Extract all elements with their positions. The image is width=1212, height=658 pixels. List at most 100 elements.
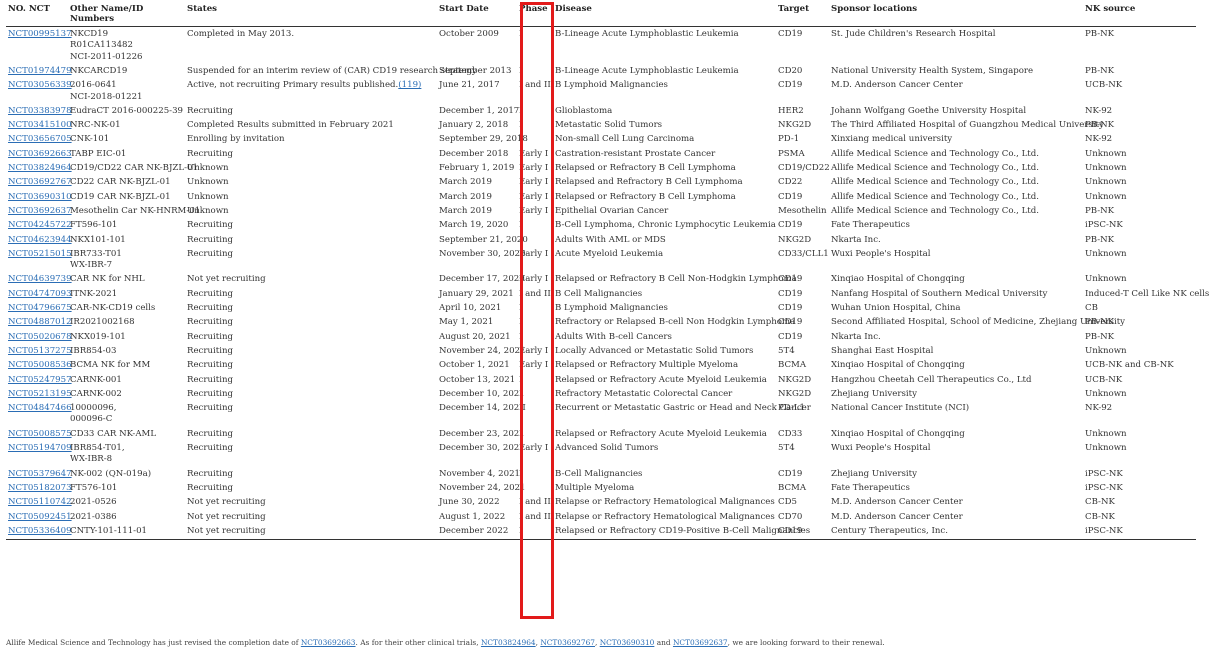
cell-disease-text: Multiple Myeloma <box>555 482 635 493</box>
header-phase: Phase <box>517 2 553 27</box>
nct-link[interactable]: NCT04796675 <box>8 303 72 313</box>
cell-other-names: NKCARCD19 <box>68 64 185 78</box>
cell-phase: II <box>517 401 553 427</box>
reference-link[interactable]: (119) <box>398 80 421 90</box>
nct-link[interactable]: NCT05247957 <box>8 375 72 385</box>
cell-sponsor-text: Fate Therapeutics <box>831 220 910 231</box>
nct-link[interactable]: NCT05215015 <box>8 249 72 259</box>
nct-link[interactable]: NCT01974479 <box>8 66 72 76</box>
footnote-link-nct03692767[interactable]: NCT03692767 <box>540 638 595 647</box>
cell-phase: I <box>517 467 553 481</box>
nct-link[interactable]: NCT05008575 <box>8 429 72 439</box>
cell-disease-text: B Lymphoid Malignancies <box>555 303 668 314</box>
nct-link[interactable]: NCT05194709 <box>8 443 72 453</box>
nct-link[interactable]: NCT05137275 <box>8 346 72 356</box>
cell-target-text: NKG2D <box>778 388 812 399</box>
cell-phase-text: I <box>519 331 523 342</box>
other-name-line: NKCD19 <box>70 29 109 39</box>
nct-link[interactable]: NCT05110742 <box>8 497 72 507</box>
cell-nct: NCT05110742 <box>6 495 72 509</box>
cell-nk-source-text: CB-NK <box>1085 497 1115 508</box>
cell-start-date-text: December 17, 2020 <box>439 274 525 285</box>
cell-sponsor: Johann Wolfgang Goethe University Hospit… <box>829 104 1083 118</box>
cell-nk-source-text: iPSC-NK <box>1085 482 1123 493</box>
cell-start-date: September 21, 2020 <box>437 233 528 247</box>
cell-nk-source-text: iPSC-NK <box>1085 220 1123 231</box>
footnote-link-nct03690310[interactable]: NCT03690310 <box>600 638 655 647</box>
cell-disease: Refractory Metastatic Colorectal Cancer <box>553 387 776 401</box>
cell-disease: B Cell Malignancies <box>553 287 776 301</box>
header-nct: NO. NCT <box>6 2 68 27</box>
cell-state-text: Suspended for an interim review of (CAR)… <box>187 66 477 76</box>
cell-state-text: Recruiting <box>187 331 233 342</box>
cell-phase: I and II <box>517 287 553 301</box>
cell-start-date-text: March 2019 <box>439 205 492 216</box>
nct-link[interactable]: NCT03692767 <box>8 177 72 187</box>
nct-link[interactable]: NCT03692637 <box>8 206 72 216</box>
nct-link[interactable]: NCT04245722 <box>8 220 72 230</box>
cell-phase-text: I <box>519 428 523 439</box>
nct-link[interactable]: NCT05213195 <box>8 389 72 399</box>
cell-other-names: 10000096, 000096-C <box>68 401 185 427</box>
nct-link[interactable]: NCT05020678 <box>8 332 72 342</box>
cell-state-text: Recruiting <box>187 360 233 371</box>
cell-other-names: CAR-NK-CD19 cells <box>68 301 185 315</box>
nct-link[interactable]: NCT04639739 <box>8 274 72 284</box>
header-other-names: Other Name/ID Numbers <box>68 2 185 27</box>
nct-link[interactable]: NCT03415100 <box>8 120 72 130</box>
cell-state: Recruiting <box>185 315 437 329</box>
cell-nk-source-text: Unknown <box>1085 177 1127 188</box>
cell-start-date-text: December 10, 2021 <box>439 388 525 399</box>
cell-disease-text: Castration-resistant Prostate Cancer <box>555 148 716 159</box>
cell-target-text: CD19 <box>778 80 803 91</box>
cell-phase-text: I <box>519 66 523 76</box>
footnote-text: Allife Medical Science and Technology ha… <box>6 638 301 647</box>
cell-nct: NCT03824964 <box>6 161 72 175</box>
cell-disease-text: Relapsed or Refractory Acute Myeloid Leu… <box>555 374 767 385</box>
nct-link[interactable]: NCT03692663 <box>8 149 72 159</box>
nct-link[interactable]: NCT04887012 <box>8 317 72 327</box>
cell-phase-text: I <box>519 120 523 131</box>
other-name-line: CNK-101 <box>70 134 110 145</box>
nct-link[interactable]: NCT04623944 <box>8 235 72 245</box>
nct-link[interactable]: NCT04747093 <box>8 289 72 299</box>
cell-target: NKG2D <box>776 233 829 247</box>
nct-link[interactable]: NCT05336409 <box>8 526 72 536</box>
cell-other-names: CD19/CD22 CAR NK-BJZL-01 <box>68 161 198 175</box>
cell-disease: Relapsed or Refractory B Cell Lymphoma <box>553 190 776 204</box>
cell-disease-text: Relapsed or Refractory B Cell Lymphoma <box>555 163 736 174</box>
cell-state-text: Recruiting <box>187 428 233 439</box>
cell-sponsor-text: Allife Medical Science and Technology Co… <box>831 163 1039 174</box>
cell-nct: NCT05213195 <box>6 387 72 401</box>
cell-start-date-text: December 2022 <box>439 525 509 536</box>
cell-sponsor-text: Shanghai East Hospital <box>831 345 934 356</box>
nct-link[interactable]: NCT05379647 <box>8 469 72 479</box>
cell-nct: NCT04796675 <box>6 301 72 315</box>
cell-nct: NCT04747093 <box>6 287 72 301</box>
footnote-link-nct03824964[interactable]: NCT03824964 <box>481 638 536 647</box>
cell-disease: Refractory or Relapsed B-cell Non Hodgki… <box>553 315 795 329</box>
cell-phase-text: II <box>519 403 526 414</box>
cell-nct: NCT05247957 <box>6 373 72 387</box>
footnote-link-nct03692637[interactable]: NCT03692637 <box>673 638 728 647</box>
nct-link[interactable]: NCT05182073 <box>8 483 72 493</box>
nct-link[interactable]: NCT04847466 <box>8 403 72 413</box>
nct-link[interactable]: NCT03383978 <box>8 106 72 116</box>
nct-link[interactable]: NCT00995137 <box>8 29 72 39</box>
footnote-link-nct03692663[interactable]: NCT03692663 <box>301 638 356 647</box>
nct-link[interactable]: NCT03824964 <box>8 163 72 173</box>
cell-state: Recruiting <box>185 233 437 247</box>
cell-state: Recruiting <box>185 344 437 358</box>
nct-link[interactable]: NCT03690310 <box>8 192 72 202</box>
cell-phase-text: I <box>519 388 523 399</box>
cell-phase-text: I <box>519 303 523 314</box>
cell-target-text: PSMA <box>778 148 805 159</box>
other-name-line: WX-IBR-7 <box>70 260 113 271</box>
nct-link[interactable]: NCT03656705 <box>8 134 72 144</box>
nct-link[interactable]: NCT05092451 <box>8 512 72 522</box>
cell-disease: Relapsed or Refractory Multiple Myeloma <box>553 358 776 372</box>
nct-link[interactable]: NCT05008536 <box>8 360 72 370</box>
cell-start-date-text: November 30, 2020 <box>439 248 526 259</box>
nct-link[interactable]: NCT03056339 <box>8 80 72 90</box>
cell-sponsor-text: National Cancer Institute (NCI) <box>831 403 970 414</box>
